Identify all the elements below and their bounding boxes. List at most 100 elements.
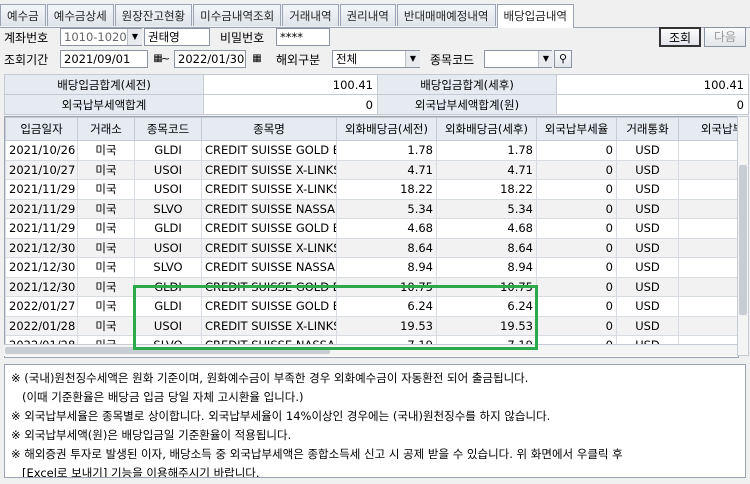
pre-tax-cell: 4.68: [336, 218, 437, 239]
post-tax-cell: 8.64: [436, 237, 537, 258]
tab-deposit[interactable]: 예수금: [0, 4, 46, 26]
stock-code-cell: SLVO: [134, 198, 202, 219]
tab-ledger-balance[interactable]: 원장잔고현황: [114, 4, 193, 26]
foreign-tax-cell: [678, 276, 738, 297]
foreign-tax-cell: [678, 140, 738, 161]
tax-rate-cell: 0: [536, 296, 617, 317]
exchange-cell: 미국: [77, 179, 135, 200]
col-header[interactable]: 입금일자: [5, 117, 78, 141]
deposit-date-cell: 2021/11/29: [5, 218, 78, 239]
search-button[interactable]: 조회: [659, 27, 701, 47]
table-row[interactable]: 2021/11/29미국GLDICREDIT SUISSE GOLD ETF4.…: [5, 218, 738, 239]
period-label: 조회기간: [4, 53, 49, 67]
exchange-cell: 미국: [77, 159, 135, 180]
calendar-icon[interactable]: ▦: [249, 51, 265, 67]
tab-deposit-detail[interactable]: 예수금상세: [46, 4, 114, 26]
pre-tax-cell: 5.34: [336, 198, 437, 219]
pre-tax-cell: 8.94: [336, 257, 437, 278]
scroll-thumb[interactable]: [739, 165, 747, 315]
exchange-cell: 미국: [77, 276, 135, 297]
post-tax-cell: 4.68: [436, 218, 537, 239]
tax-rate-cell: 0: [536, 198, 617, 219]
table-row[interactable]: 2021/12/30 미국 USOI CREDIT SUISSE X-LINKS 8.6…: [5, 237, 738, 258]
tab-transactions[interactable]: 거래내역: [282, 4, 339, 26]
table-row[interactable]: 2021/10/27 미국 USOI CREDIT SUISSE X-LINKS 4.7…: [5, 159, 738, 180]
currency-cell: USD: [616, 179, 679, 200]
col-header[interactable]: 외화배당금(세후): [436, 117, 537, 141]
stock-code-cell: SLVO: [134, 257, 202, 278]
post-tax-cell: 18.22: [436, 179, 537, 200]
exchange-cell: 미국: [77, 315, 135, 336]
currency-cell: USD: [616, 257, 679, 278]
stock-code-cell: GLDI: [134, 218, 202, 239]
stock-name-cell: CREDIT SUISSE X-LINKS: [201, 159, 337, 180]
currency-cell: USD: [616, 218, 679, 239]
tab-dividend[interactable]: 배당입금내역: [496, 4, 574, 28]
foreign-tax-won-label: 외국납부세액합계(원): [377, 94, 557, 115]
foreign-tax-cell: [678, 296, 738, 317]
currency-cell: USD: [616, 198, 679, 219]
password-input[interactable]: ****: [276, 28, 330, 46]
foreign-tax-won-value: 0: [556, 94, 749, 115]
next-button[interactable]: 다음: [704, 27, 746, 47]
pre-tax-cell: 1.78: [336, 140, 437, 161]
tax-rate-cell: 0: [536, 237, 617, 258]
stock-name-cell: CREDIT SUISSE NASSAU X: [201, 257, 337, 278]
tab-rights[interactable]: 권리내역: [339, 4, 396, 26]
col-header[interactable]: 거래소: [77, 117, 135, 141]
account-label: 계좌번호: [4, 31, 49, 45]
deposit-date-cell: 2022/01/27: [5, 296, 78, 317]
col-header[interactable]: 종목코드: [134, 117, 202, 141]
exchange-cell: 미국: [77, 257, 135, 278]
deposit-date-cell: 2021/12/30: [5, 257, 78, 278]
table-row[interactable]: 2021/11/29 미국 USOI CREDIT SUISSE X-LINKS 18.…: [5, 179, 738, 200]
col-header[interactable]: 거래통화: [616, 117, 679, 141]
account-dropdown-icon[interactable]: ▼: [127, 29, 142, 45]
start-date-input[interactable]: 2021/09/01: [60, 50, 148, 68]
pre-tax-total-value: 100.41: [203, 74, 378, 95]
password-label: 비밀번호: [220, 31, 265, 45]
col-header[interactable]: 외화배당금(세전): [336, 117, 437, 141]
table-row[interactable]: 2021/11/29미국SLVOCREDIT SUISSE NASSAU X5.…: [5, 198, 738, 219]
tax-rate-cell: 0: [536, 257, 617, 278]
foreign-tax-cell: [678, 257, 738, 278]
note-line: ※ 해외증권 투자로 발생된 이자, 배당소득 중 외국납부세액은 종합소득세 …: [11, 447, 623, 461]
tab-forced-sale[interactable]: 반대매매예정내역: [396, 4, 496, 26]
col-header[interactable]: 종목명: [201, 117, 337, 141]
highlight-box: [133, 285, 538, 350]
exchange-cell: 미국: [77, 296, 135, 317]
foreign-tax-cell: [678, 237, 738, 258]
table-row[interactable]: 2021/12/30미국SLVOCREDIT SUISSE NASSAU X8.…: [5, 257, 738, 278]
summary-table: 배당입금합계(세전) 100.41 배당입금합계(세후) 100.41 외국납부…: [4, 74, 749, 115]
foreign-tax-cell: [678, 218, 738, 239]
tax-rate-cell: 0: [536, 140, 617, 161]
post-tax-cell: 8.94: [436, 257, 537, 278]
note-line: ※ 외국납부세액(원)은 배당입금일 기준환율이 적용됩니다.: [11, 428, 292, 442]
currency-cell: USD: [616, 296, 679, 317]
vertical-scrollbar[interactable]: [737, 116, 749, 356]
post-tax-cell: 4.71: [436, 159, 537, 180]
pre-tax-total-label: 배당입금합계(세전): [4, 74, 204, 95]
foreign-tax-cell: [678, 179, 738, 200]
search-icon[interactable]: ⚲: [554, 50, 572, 68]
currency-cell: USD: [616, 140, 679, 161]
post-tax-total-value: 100.41: [556, 74, 749, 95]
exchange-cell: 미국: [77, 198, 135, 219]
tab-unpaid[interactable]: 미수금내역조회: [193, 4, 282, 26]
chevron-down-icon[interactable]: ▼: [538, 51, 553, 67]
col-header[interactable]: 외국납부세율: [536, 117, 617, 141]
end-date-input[interactable]: 2022/01/30: [174, 50, 246, 68]
deposit-date-cell: 2021/10/26: [5, 140, 78, 161]
currency-cell: USD: [616, 276, 679, 297]
tax-rate-cell: 0: [536, 159, 617, 180]
deposit-date-cell: 2021/11/29: [5, 179, 78, 200]
note-line: (이때 기준환율은 배당금 입금 당일 자체 고시환율 입니다.): [11, 390, 304, 404]
table-row[interactable]: 2021/10/26미국GLDICREDIT SUISSE GOLD ETF1.…: [5, 140, 738, 161]
note-line: ※ 외국납부세율은 종목별로 상이합니다. 외국납부세율이 14%이상인 경우에…: [11, 409, 551, 423]
deposit-date-cell: 2021/12/30: [5, 276, 78, 297]
col-header[interactable]: 외국납부: [678, 117, 738, 141]
code-label: 종목코드: [430, 53, 475, 67]
chevron-down-icon[interactable]: ▼: [405, 51, 420, 67]
tax-rate-cell: 0: [536, 179, 617, 200]
post-tax-total-label: 배당입금합계(세후): [377, 74, 557, 95]
